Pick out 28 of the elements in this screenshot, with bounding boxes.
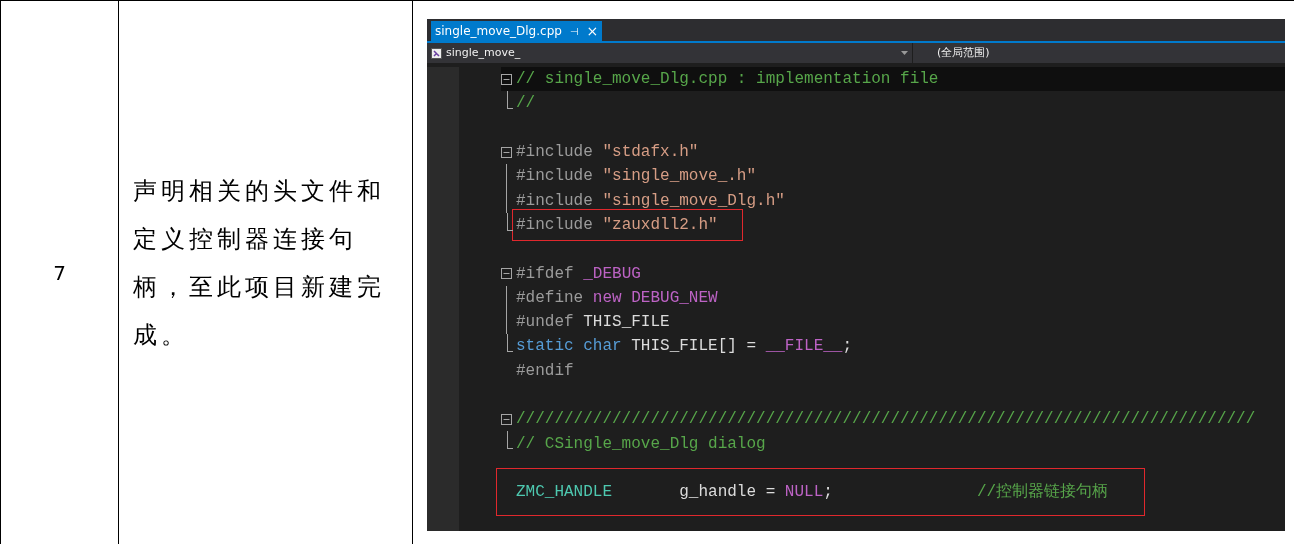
code-line: // CSingle_move_Dlg dialog bbox=[516, 433, 766, 454]
code-line: ///////////////////////////////////////////////////////////////////////////// bbox=[516, 409, 1256, 430]
code-line: #include "single_move_.h" bbox=[516, 166, 757, 187]
code-line: #define new DEBUG_NEW bbox=[516, 287, 718, 308]
step-number: 7 bbox=[53, 259, 66, 287]
code-line: // bbox=[516, 93, 536, 114]
collapse-icon[interactable] bbox=[501, 73, 512, 85]
step-description: 声明相关的头文件和定义控制器连接句柄，至此项目新建完成。 bbox=[133, 176, 386, 350]
code-line: static char THIS_FILE[] = __FILE__; bbox=[516, 336, 853, 357]
code-line: #endif bbox=[516, 360, 574, 381]
code-line: #include "zauxdll2.h" bbox=[516, 214, 718, 235]
class-icon bbox=[431, 47, 442, 59]
code-line: ZMC_HANDLE g_handle = NULL; //控制器链接句柄 bbox=[516, 482, 1109, 503]
code-line: #ifdef _DEBUG bbox=[516, 263, 641, 284]
pin-icon[interactable]: ⊣ bbox=[569, 23, 579, 39]
close-icon[interactable]: × bbox=[586, 20, 599, 42]
code-line: // single_move_Dlg.cpp : implementation file bbox=[516, 69, 939, 90]
caret-icon bbox=[901, 51, 908, 55]
file-tab[interactable]: single_move_Dlg.cpp ⊣ × bbox=[431, 21, 603, 41]
tab-title: single_move_Dlg.cpp bbox=[435, 23, 562, 40]
member-dropdown[interactable]: (全局范围) bbox=[913, 43, 1285, 63]
code-line: #include "single_move_Dlg.h" bbox=[516, 190, 785, 211]
code-line: #include "stdafx.h" bbox=[516, 142, 699, 163]
code-line: #undef THIS_FILE bbox=[516, 312, 670, 333]
scope-dropdown[interactable]: single_move_ bbox=[427, 43, 913, 63]
collapse-icon[interactable] bbox=[501, 146, 512, 158]
collapse-icon[interactable] bbox=[501, 413, 512, 425]
collapse-icon[interactable] bbox=[501, 268, 512, 279]
